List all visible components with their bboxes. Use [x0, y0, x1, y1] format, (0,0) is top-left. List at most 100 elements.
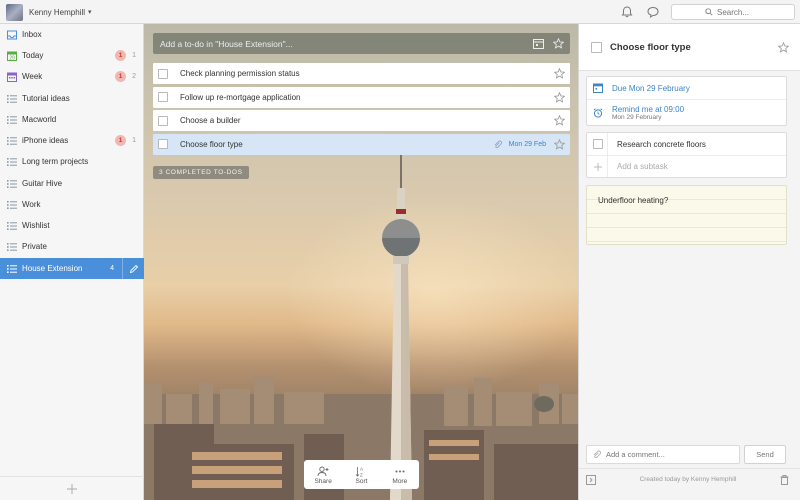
subtask-checkbox[interactable]: [593, 139, 603, 149]
calendar-today-icon: 29: [7, 51, 17, 61]
task-title: Follow up re-mortgage application: [180, 92, 301, 102]
add-todo-bar[interactable]: [153, 33, 570, 54]
share-button[interactable]: Share: [307, 466, 340, 485]
sidebar-item-label: Work: [22, 200, 41, 209]
svg-text:A: A: [360, 466, 363, 471]
trash-icon[interactable]: [780, 474, 789, 485]
collapse-panel-icon[interactable]: [586, 474, 596, 485]
list-toolbar: Share AZ Sort More: [304, 460, 419, 489]
sidebar-item-week[interactable]: Week 1 2: [0, 66, 144, 87]
task-meta: Mon 29 Feb: [493, 140, 546, 149]
sidebar-item-inbox[interactable]: Inbox: [0, 24, 144, 45]
item-count: 1: [132, 137, 136, 144]
task-title: Choose floor type: [180, 139, 243, 149]
list-icon: [7, 157, 17, 166]
detail-footer: Created today by Kenny Hemphill: [579, 468, 800, 490]
sidebar-item-label: Macworld: [22, 115, 57, 124]
chat-bubble-icon[interactable]: [646, 5, 660, 19]
more-label: More: [392, 477, 408, 485]
inbox-icon: [7, 30, 17, 39]
detail-checkbox[interactable]: [591, 41, 602, 53]
comment-input[interactable]: [606, 449, 726, 459]
task-checkbox[interactable]: [158, 92, 168, 102]
task-checkbox[interactable]: [158, 139, 168, 149]
sidebar-item-house-extension[interactable]: House Extension 4: [0, 258, 122, 279]
task-due-date: Mon 29 Feb: [508, 140, 546, 148]
sidebar-item-label: iPhone ideas: [22, 136, 69, 145]
sidebar-item-wishlist[interactable]: Wishlist: [0, 215, 144, 236]
list-icon: [7, 94, 17, 103]
bell-icon[interactable]: [620, 5, 634, 19]
sidebar-item-today[interactable]: 29 Today 1 1: [0, 45, 144, 66]
more-button[interactable]: More: [383, 466, 416, 485]
sidebar-item-iphone-ideas[interactable]: iPhone ideas 1 1: [0, 130, 144, 151]
item-count: 1: [132, 52, 136, 59]
task-row[interactable]: Check planning permission status: [153, 63, 570, 84]
search-box[interactable]: [671, 4, 795, 20]
task-row-selected[interactable]: Choose floor type Mon 29 Feb: [153, 133, 570, 155]
detail-header: Choose floor type: [579, 24, 800, 71]
svg-text:29: 29: [9, 55, 15, 60]
add-subtask-row[interactable]: Add a subtask: [587, 155, 786, 177]
add-list-button[interactable]: [0, 476, 144, 500]
calendar-icon[interactable]: [533, 38, 544, 49]
add-subtask-input[interactable]: Add a subtask: [617, 162, 668, 171]
star-icon[interactable]: [554, 115, 565, 126]
sidebar: Inbox 29 Today 1 1 Week 1 2 Tutorial ide…: [0, 24, 144, 500]
sidebar-item-macworld[interactable]: Macworld: [0, 109, 144, 130]
task-row[interactable]: Choose a builder: [153, 110, 570, 131]
sidebar-item-private[interactable]: Private: [0, 236, 144, 257]
subtask-row[interactable]: Research concrete floors: [587, 133, 786, 155]
subtask-title: Research concrete floors: [617, 139, 706, 149]
pencil-icon: [129, 264, 138, 273]
note-area[interactable]: Underfloor heating?: [586, 185, 787, 245]
paperclip-icon[interactable]: [592, 450, 601, 459]
sidebar-item-label: Week: [22, 72, 43, 81]
star-icon[interactable]: [778, 41, 789, 53]
sort-button[interactable]: AZ Sort: [345, 466, 378, 485]
sidebar-item-label: Private: [22, 242, 47, 251]
due-date-row[interactable]: Due Mon 29 February: [587, 77, 786, 99]
edit-list-button[interactable]: [122, 258, 144, 279]
top-bar: Kenny Hemphill ▾: [0, 0, 800, 24]
top-icons: [620, 5, 660, 19]
sidebar-item-tutorial-ideas[interactable]: Tutorial ideas: [0, 88, 144, 109]
sort-icon: AZ: [356, 466, 364, 477]
subtasks-card: Research concrete floors Add a subtask: [586, 132, 787, 178]
alarm-clock-icon: [593, 107, 603, 118]
search-input[interactable]: [717, 7, 761, 17]
sidebar-item-guitar-hive[interactable]: Guitar Hive: [0, 173, 144, 194]
overdue-badge: 1: [115, 71, 126, 82]
list-icon: [7, 136, 17, 145]
star-icon[interactable]: [554, 138, 565, 150]
due-date-text: Due Mon 29 February: [612, 83, 690, 93]
task-title: Check planning permission status: [180, 69, 300, 78]
star-icon[interactable]: [554, 91, 565, 103]
detail-title[interactable]: Choose floor type: [610, 42, 778, 53]
user-menu[interactable]: Kenny Hemphill ▾: [6, 3, 92, 21]
list-icon: [7, 179, 17, 188]
task-row[interactable]: Follow up re-mortgage application: [153, 86, 570, 108]
search-icon: [705, 8, 713, 16]
calendar-icon: [593, 83, 603, 93]
sidebar-item-long-term-projects[interactable]: Long term projects: [0, 151, 144, 172]
sidebar-item-work[interactable]: Work: [0, 194, 144, 215]
sidebar-item-label: Wishlist: [22, 221, 50, 230]
task-checkbox[interactable]: [158, 115, 168, 126]
item-count: 2: [132, 73, 136, 80]
task-checkbox[interactable]: [158, 68, 168, 79]
star-icon[interactable]: [553, 38, 564, 49]
more-dots-icon: [395, 470, 405, 472]
add-todo-input[interactable]: [160, 38, 533, 49]
list-icon: [7, 221, 17, 230]
show-completed-button[interactable]: 3 COMPLETED TO-DOS: [153, 166, 249, 179]
dates-card: Due Mon 29 February Remind me at 09:00 M…: [586, 76, 787, 126]
sidebar-item-label: Today: [22, 51, 44, 60]
sidebar-item-label: Tutorial ideas: [22, 94, 70, 103]
star-icon[interactable]: [554, 68, 565, 79]
reminder-row[interactable]: Remind me at 09:00 Mon 29 February: [587, 99, 786, 125]
list-icon: [7, 264, 17, 273]
comment-box[interactable]: [586, 444, 740, 464]
send-button[interactable]: Send: [744, 444, 786, 464]
plus-icon: [594, 162, 602, 171]
